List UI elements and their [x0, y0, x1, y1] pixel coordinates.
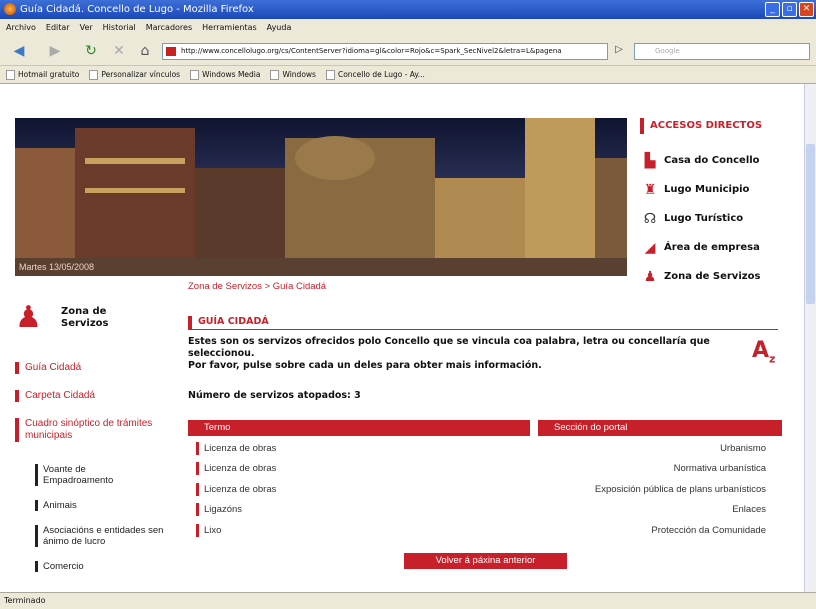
quick-link-label: Zona de Servizos: [664, 271, 761, 282]
table-cell-term[interactable]: Licenza de obras: [196, 442, 276, 455]
close-button[interactable]: ✕: [799, 2, 814, 17]
status-bar: Terminado: [0, 592, 816, 609]
table-cell-section[interactable]: Protección da Comunidade: [651, 524, 766, 537]
sidebar-subitem-asociacions[interactable]: Asociacións e entidades sen ánimo de luc…: [35, 525, 167, 547]
city-hall-icon: ▙: [644, 152, 656, 169]
menu-marcadores[interactable]: Marcadores: [146, 19, 192, 37]
home-icon[interactable]: ⌂: [136, 42, 154, 60]
table-cell-section[interactable]: Normativa urbanística: [674, 462, 766, 475]
municipality-icon: ♜: [643, 181, 657, 198]
zona-title: Zona de Servizos: [61, 306, 109, 329]
go-icon[interactable]: ▷: [612, 44, 626, 59]
sidebar-subitem-voante[interactable]: Voante de Empadroamento: [35, 464, 155, 486]
url-text: http://www.concellolugo.org/cs/ContentSe…: [181, 47, 562, 55]
quick-link-label: Casa do Concello: [664, 155, 760, 166]
page-content: Martes 13/05/2008 ACCESOS DIRECTOS ▙ Cas…: [0, 84, 804, 592]
table-cell-section[interactable]: Urbanismo: [720, 442, 766, 455]
sidebar-subitem-comercio[interactable]: Comercio: [35, 561, 175, 572]
sidebar-subitem-animais[interactable]: Animais: [35, 500, 175, 511]
page-title: GUÍA CIDADÁ: [188, 316, 778, 330]
reload-icon[interactable]: ↻: [82, 42, 100, 60]
table-cell-term[interactable]: Licenza de obras: [196, 462, 276, 475]
table-row[interactable]: Ligazóns Enlaces: [196, 503, 766, 523]
business-icon: ◢: [644, 239, 656, 256]
table-cell-term[interactable]: Lixo: [196, 524, 221, 537]
quick-link-label: Lugo Turístico: [664, 213, 744, 224]
search-input[interactable]: Google: [634, 43, 810, 60]
menu-editar[interactable]: Editar: [46, 19, 70, 37]
table-header-section: Sección do portal: [538, 420, 782, 436]
table-cell-section[interactable]: Exposición pública de plans urbanísticos: [595, 483, 766, 496]
forward-arrow-icon[interactable]: ▶: [46, 42, 64, 60]
results-count: Número de servizos atopados: 3: [188, 390, 361, 401]
bookmark-concello[interactable]: Concello de Lugo - Ay...: [326, 66, 425, 83]
table-cell-term[interactable]: Ligazóns: [196, 503, 242, 516]
quick-access-title: ACCESOS DIRECTOS: [640, 118, 800, 134]
bookmark-personalizar[interactable]: Personalizar vínculos: [89, 66, 180, 83]
window-titlebar: Guía Cidadá. Concello de Lugo - Mozilla …: [0, 0, 816, 19]
maximize-button[interactable]: ▫: [782, 2, 797, 17]
firefox-icon: [4, 3, 16, 15]
quick-link-label: Lugo Municipio: [664, 184, 750, 195]
table-row[interactable]: Licenza de obras Urbanismo: [196, 442, 766, 462]
back-button[interactable]: Volver á páxina anterior: [404, 553, 567, 569]
quick-link-lugo-municipio[interactable]: ♜ Lugo Municipio: [640, 175, 800, 204]
sidebar-item-carpeta-cidada[interactable]: Carpeta Cidadá: [15, 390, 175, 402]
breadcrumb[interactable]: Zona de Servizos > Guía Cidadá: [188, 281, 326, 292]
minimize-button[interactable]: _: [765, 2, 780, 17]
sidebar-item-guia-cidada[interactable]: Guía Cidadá: [15, 362, 175, 374]
bookmarks-toolbar: Hotmail gratuito Personalizar vínculos W…: [0, 66, 816, 84]
quick-link-area-empresa[interactable]: ◢ Área de empresa: [640, 233, 800, 262]
table-row[interactable]: Licenza de obras Exposición pública de p…: [196, 483, 766, 503]
search-placeholder: Google: [655, 47, 680, 55]
scrollbar-thumb[interactable]: [806, 144, 815, 304]
menu-herramientas[interactable]: Herramientas: [202, 19, 257, 37]
header-banner-image: Martes 13/05/2008: [15, 118, 627, 276]
tourism-icon: ☊: [643, 210, 657, 227]
alphabet-az-icon[interactable]: Az: [752, 338, 775, 365]
stop-icon[interactable]: ✕: [110, 42, 128, 60]
menu-ayuda[interactable]: Ayuda: [267, 19, 292, 37]
banner-date: Martes 13/05/2008: [19, 262, 95, 272]
table-row[interactable]: Licenza de obras Normativa urbanística: [196, 462, 766, 482]
bookmark-windows[interactable]: Windows: [270, 66, 315, 83]
quick-link-lugo-turistico[interactable]: ☊ Lugo Turístico: [640, 204, 800, 233]
menu-historial[interactable]: Historial: [103, 19, 136, 37]
banner-illustration: [15, 118, 627, 276]
table-header-term: Termo: [188, 420, 530, 436]
left-sidebar: ♟ Zona de Servizos Guía Cidadá Carpeta C…: [15, 296, 175, 572]
favicon-icon: [166, 47, 176, 56]
vertical-scrollbar[interactable]: [804, 84, 816, 592]
intro-text: Estes son os servizos ofrecidos polo Con…: [188, 336, 748, 372]
bookmark-windows-media[interactable]: Windows Media: [190, 66, 260, 83]
url-field[interactable]: http://www.concellolugo.org/cs/ContentSe…: [162, 43, 608, 60]
quick-access-panel: ACCESOS DIRECTOS ▙ Casa do Concello ♜ Lu…: [640, 118, 800, 291]
window-title: Guía Cidadá. Concello de Lugo - Mozilla …: [20, 4, 254, 15]
quick-link-casa-concello[interactable]: ▙ Casa do Concello: [640, 146, 800, 175]
menu-archivo[interactable]: Archivo: [6, 19, 36, 37]
sidebar-item-cuadro-sinoptico[interactable]: Cuadro sinóptico de trámites municipais: [15, 418, 155, 442]
navigation-toolbar: ◀ ▶ ↻ ✕ ⌂ http://www.concellolugo.org/cs…: [0, 37, 816, 66]
services-icon: ♟: [643, 268, 657, 285]
status-text: Terminado: [4, 596, 46, 605]
table-cell-term[interactable]: Licenza de obras: [196, 483, 276, 496]
menu-bar: Archivo Editar Ver Historial Marcadores …: [0, 19, 816, 37]
zona-servizos-header: ♟ Zona de Servizos: [15, 296, 175, 340]
people-icon: ♟: [15, 300, 42, 335]
intro-line-2: Por favor, pulse sobre cada un deles par…: [188, 360, 542, 371]
quick-link-zona-servizos[interactable]: ♟ Zona de Servizos: [640, 262, 800, 291]
intro-line-1: Estes son os servizos ofrecidos polo Con…: [188, 336, 710, 359]
quick-link-label: Área de empresa: [664, 242, 760, 253]
back-arrow-icon[interactable]: ◀: [10, 42, 28, 60]
menu-ver[interactable]: Ver: [80, 19, 93, 37]
bookmark-hotmail[interactable]: Hotmail gratuito: [6, 66, 79, 83]
table-row[interactable]: Lixo Protección da Comunidade: [196, 524, 766, 544]
table-cell-section[interactable]: Enlaces: [732, 503, 766, 516]
